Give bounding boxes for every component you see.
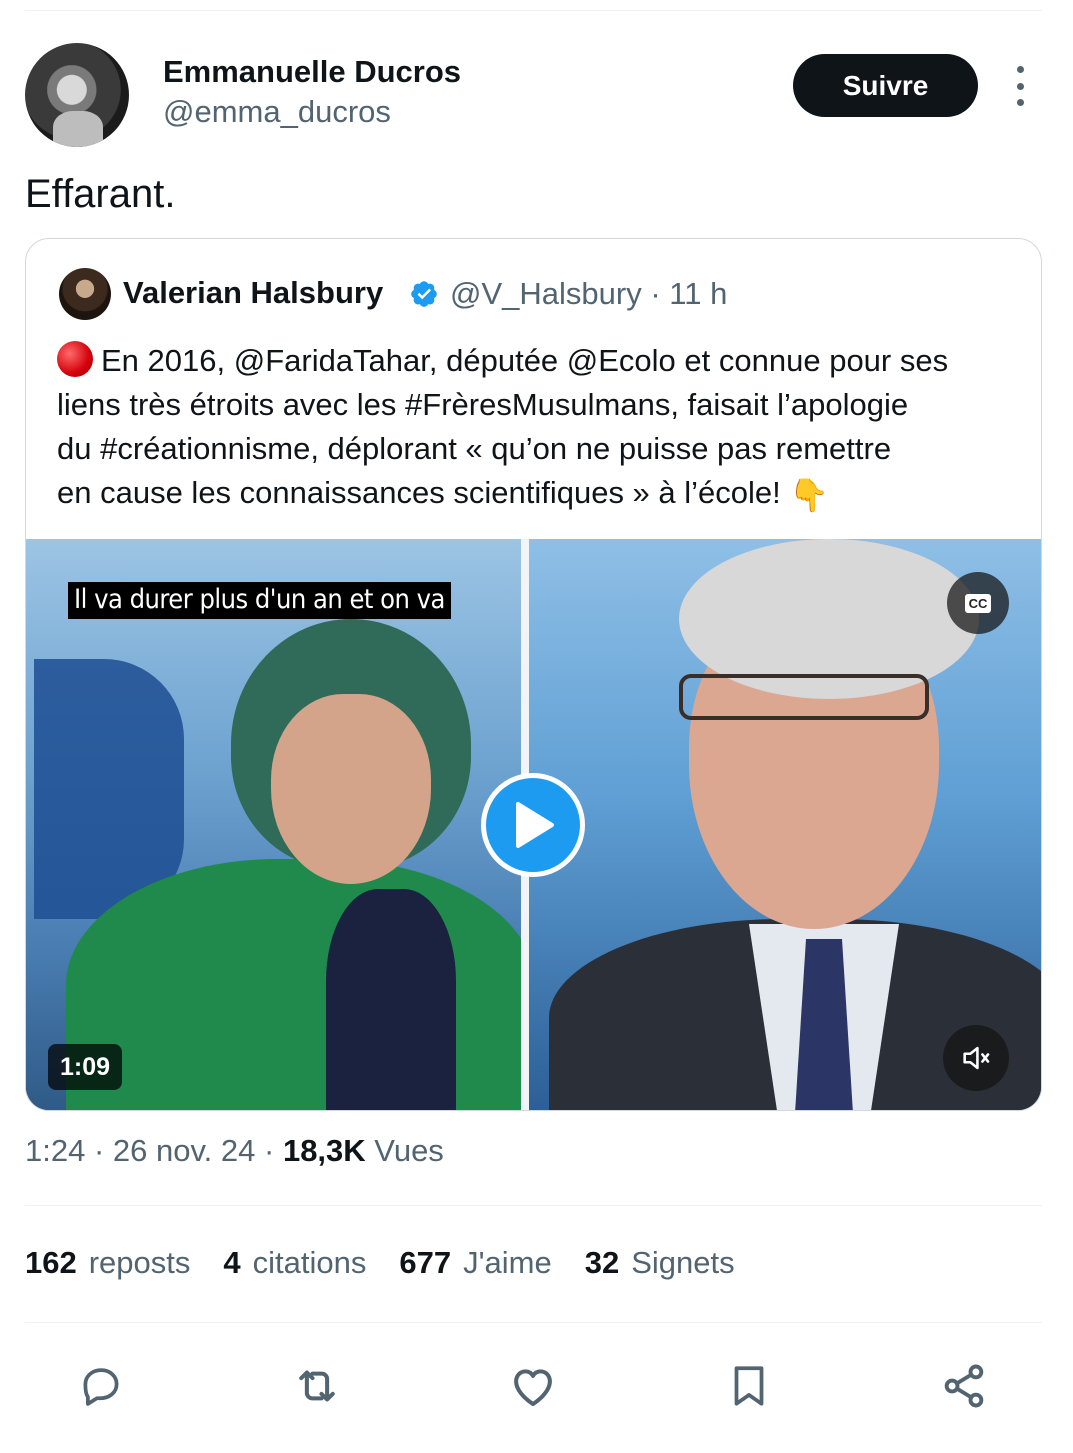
quote-avatar[interactable] bbox=[59, 268, 111, 320]
divider bbox=[25, 1205, 1042, 1206]
tweet-detail: Emmanuelle Ducros @emma_ducros Suivre Ef… bbox=[0, 0, 1073, 1453]
reposts-stat[interactable]: 162 reposts bbox=[25, 1245, 190, 1281]
mute-icon[interactable] bbox=[943, 1025, 1009, 1091]
quotes-stat[interactable]: 4 citations bbox=[223, 1245, 366, 1281]
quote-author-name[interactable]: Valerian Halsbury bbox=[123, 275, 383, 311]
like-icon[interactable] bbox=[503, 1350, 563, 1422]
video-frame-left bbox=[26, 539, 536, 1110]
video-player[interactable]: Il va durer plus d'un an et on va CC 1:0… bbox=[26, 539, 1041, 1110]
cc-icon[interactable]: CC bbox=[947, 572, 1009, 634]
play-icon[interactable] bbox=[481, 773, 585, 877]
quoted-tweet[interactable]: Valerian Halsbury @V_Halsbury · 11 h En … bbox=[25, 238, 1042, 1111]
quote-line-2: liens très étroits avec les #FrèresMusul… bbox=[57, 387, 909, 422]
tweet-text: Effarant. bbox=[25, 172, 176, 216]
tweet-meta: 1:24 · 26 nov. 24 · 18,3K Vues bbox=[25, 1133, 444, 1168]
likes-stat[interactable]: 677 J'aime bbox=[399, 1245, 551, 1281]
verified-icon bbox=[411, 281, 437, 307]
tweet-time[interactable]: 1:24 bbox=[25, 1133, 85, 1168]
reply-icon[interactable] bbox=[71, 1350, 131, 1422]
share-icon[interactable] bbox=[934, 1350, 994, 1422]
retweet-icon[interactable] bbox=[287, 1350, 347, 1422]
author-avatar[interactable] bbox=[25, 43, 129, 147]
author-name[interactable]: Emmanuelle Ducros bbox=[163, 54, 461, 90]
quote-time: · 11 h bbox=[650, 276, 728, 311]
top-divider bbox=[25, 10, 1042, 11]
views-count: 18,3K bbox=[282, 1133, 366, 1168]
quote-handle[interactable]: @V_Halsbury · 11 h bbox=[450, 276, 727, 312]
video-subtitle: Il va durer plus d'un an et on va bbox=[68, 582, 451, 619]
bookmark-icon[interactable] bbox=[719, 1350, 779, 1422]
red-circle-emoji bbox=[57, 341, 93, 377]
author-handle[interactable]: @emma_ducros bbox=[163, 94, 391, 130]
follow-button[interactable]: Suivre bbox=[793, 54, 978, 117]
engagement-stats: 162 reposts 4 citations 677 J'aime 32 Signet… bbox=[25, 1245, 735, 1281]
tweet-date[interactable]: 26 nov. 24 bbox=[113, 1133, 255, 1168]
quote-line-3: du #créationnisme, déplorant « qu’on ne … bbox=[57, 431, 892, 466]
quote-text: En 2016, @FaridaTahar, députée @Ecolo et… bbox=[57, 339, 1017, 517]
video-duration: 1:09 bbox=[48, 1044, 123, 1090]
bookmarks-stat[interactable]: 32 Signets bbox=[585, 1245, 735, 1281]
more-icon[interactable] bbox=[1006, 66, 1034, 106]
divider bbox=[25, 1322, 1042, 1323]
pointing-down-emoji: 👇 bbox=[789, 477, 830, 513]
quote-line-4: en cause les connaissances scientifiques… bbox=[57, 475, 781, 510]
views-label: Vues bbox=[365, 1133, 444, 1168]
action-bar bbox=[0, 1350, 1073, 1422]
quote-line-1: En 2016, @FaridaTahar, députée @Ecolo et… bbox=[101, 343, 949, 378]
